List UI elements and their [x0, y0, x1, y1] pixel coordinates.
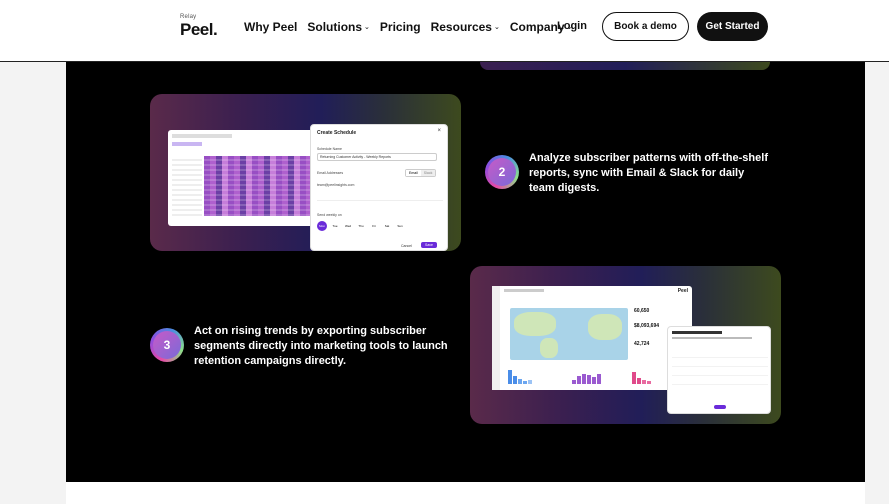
step-text: Analyze subscriber patterns with off-the… — [529, 152, 768, 194]
step-2: 2 Analyze subscriber patterns with off-t… — [485, 151, 769, 196]
bar-chart-purple — [572, 370, 601, 384]
step-number: 2 — [488, 158, 516, 186]
day-fri[interactable]: Fri — [369, 221, 379, 231]
logo-text: Peel. — [180, 20, 218, 39]
day-thu[interactable]: Thu — [356, 221, 366, 231]
previous-card-edge — [480, 62, 770, 70]
bar-chart-pink — [632, 370, 651, 384]
bar-chart-blue — [508, 368, 532, 384]
nav-pricing[interactable]: Pricing — [380, 20, 421, 34]
step-number-badge: 2 — [485, 155, 519, 189]
nav-label: Resources — [430, 20, 492, 34]
chevron-down-icon: ⌄ — [364, 24, 370, 31]
day-sat[interactable]: Sat — [382, 221, 392, 231]
peel-dashboard-logo: Peel — [677, 288, 688, 294]
heatmap-grid — [204, 156, 324, 216]
create-schedule-modal: Create Schedule × Schedule Name Returnin… — [310, 124, 448, 251]
next-section — [66, 482, 865, 504]
step-number: 3 — [153, 331, 181, 359]
day-tue[interactable]: Tue — [330, 221, 340, 231]
cancel-button[interactable]: Cancel — [401, 244, 412, 248]
schedule-name-label: Schedule Name — [317, 147, 342, 151]
book-demo-button[interactable]: Book a demo — [602, 12, 689, 41]
row-labels — [172, 156, 202, 216]
modal-subtitle — [672, 337, 752, 339]
dashboard-screenshot: Peel 60,650 $8,093,694 42,724 — [492, 286, 692, 390]
modal-title: Create Schedule — [317, 130, 357, 136]
step-3: 3 Act on rising trends by exporting subs… — [150, 324, 454, 369]
close-icon[interactable]: × — [437, 128, 441, 134]
email-label: Email Addresses — [317, 171, 344, 175]
nav-solutions[interactable]: Solutions ⌄ — [307, 20, 370, 34]
main-nav: Why Peel Solutions ⌄ Pricing Resources ⌄ C… — [244, 20, 582, 34]
peel-logo[interactable]: Relay Peel. — [180, 14, 218, 40]
stat-orders: 42,724 — [634, 341, 650, 347]
top-navigation-bar: Relay Peel. Why Peel Solutions ⌄ Pricing … — [0, 0, 889, 62]
export-segments-card: Peel 60,650 $8,093,694 42,724 — [470, 266, 781, 424]
day-sun[interactable]: Sun — [395, 221, 405, 231]
map-land-north-america — [514, 312, 556, 336]
nav-label: Pricing — [379, 20, 421, 34]
map-land-europe-africa — [588, 314, 622, 340]
export-button[interactable] — [714, 405, 726, 409]
stat-revenue: $8,093,694 — [634, 323, 660, 329]
screenshot-title-bar — [172, 134, 232, 138]
world-map — [510, 308, 628, 360]
nav-resources[interactable]: Resources ⌄ — [431, 20, 500, 34]
nav-why-peel[interactable]: Why Peel — [244, 20, 297, 34]
nav-label: Why Peel — [244, 20, 298, 34]
heatmap-screenshot — [168, 130, 328, 226]
send-day-label: Send weekly on — [317, 213, 342, 217]
save-button[interactable]: Save — [421, 242, 437, 248]
login-link[interactable]: Login — [557, 20, 587, 32]
step-number-badge: 3 — [150, 328, 184, 362]
dashboard-sidebar — [492, 286, 500, 390]
toggle-email[interactable]: Email — [406, 170, 421, 176]
chevron-down-icon: ⌄ — [493, 24, 500, 31]
day-selector: Mon Tue Wed Thu Fri Sat Sun — [317, 221, 405, 231]
get-started-button[interactable]: Get Started — [697, 12, 768, 41]
schedule-name-input[interactable]: Returning Customer Activity - Weekly Rep… — [317, 153, 437, 161]
step-text: Act on rising trends by exporting subscr… — [194, 325, 448, 367]
day-wed[interactable]: Wed — [343, 221, 353, 231]
toggle-slack[interactable]: Slack — [420, 170, 436, 176]
schedule-report-card: Create Schedule × Schedule Name Returnin… — [150, 94, 461, 251]
email-field — [317, 181, 443, 201]
channel-toggle: Email Slack — [405, 169, 437, 177]
integrations-list — [672, 349, 768, 393]
export-segment-modal — [667, 326, 771, 414]
map-land-south-america — [540, 338, 558, 358]
nav-label: Solutions — [307, 20, 363, 34]
modal-heading — [672, 331, 722, 334]
screenshot-toolbar — [172, 142, 202, 146]
dashboard-title-bar — [504, 289, 544, 292]
stat-subscribers: 60,650 — [634, 308, 650, 314]
day-mon[interactable]: Mon — [317, 221, 327, 231]
